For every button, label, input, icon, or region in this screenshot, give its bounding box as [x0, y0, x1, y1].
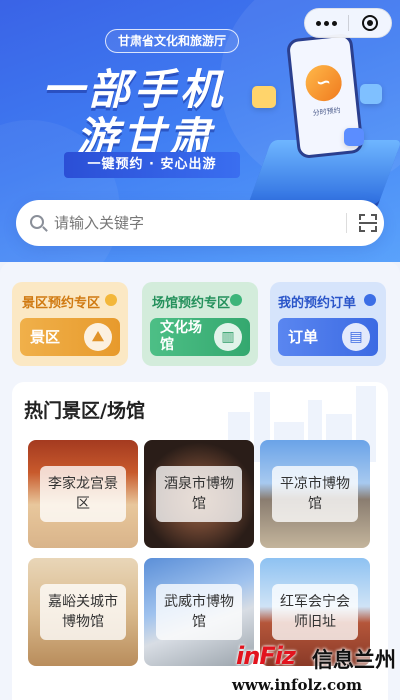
scenic-mountain-icon: ⛰	[84, 323, 112, 351]
scan-qr-icon[interactable]	[359, 214, 377, 232]
venue-button-label: 文化场馆	[160, 320, 202, 353]
content-panel: 景区预约专区 景区 ⛰ 场馆预约专区 文化场馆 ▥ 我的预约订单 订单 ▤ 热门…	[0, 262, 400, 700]
scenic-button-label: 景区	[30, 327, 61, 346]
attraction-name: 李家龙宫景区	[40, 466, 126, 522]
venue-button[interactable]: 文化场馆 ▥	[150, 318, 250, 356]
attraction-name: 嘉峪关城市博物馆	[40, 584, 126, 640]
floating-card-icon	[344, 128, 364, 146]
attraction-card[interactable]: 酒泉市博物馆	[144, 440, 254, 548]
my-orders-zone[interactable]: 我的预约订单 订单 ▤	[270, 282, 386, 366]
zone-dot-icon	[105, 294, 117, 306]
agency-tag: 甘肃省文化和旅游厅	[105, 29, 240, 53]
watermark-logo: inFiz	[236, 642, 296, 670]
search-icon	[30, 215, 44, 229]
site-watermark: inFiz 信息兰州 www.infolz.com	[230, 640, 396, 698]
attraction-card[interactable]: 李家龙宫景区	[28, 440, 138, 548]
watermark-url: www.infolz.com	[232, 676, 362, 694]
attraction-card[interactable]: 嘉峪关城市博物馆	[28, 558, 138, 666]
mini-program-capsule	[304, 8, 392, 38]
more-menu-icon[interactable]	[305, 20, 348, 26]
attraction-name: 武威市博物馆	[156, 584, 242, 640]
section-title: 热门景区/场馆	[24, 400, 145, 422]
search-bar	[16, 200, 384, 246]
venue-booking-zone[interactable]: 场馆预约专区 文化场馆 ▥	[142, 282, 258, 366]
order-document-icon: ▤	[342, 323, 370, 351]
orders-button-label: 订单	[288, 327, 319, 346]
slogan-badge: 一键预约 · 安心出游	[64, 152, 240, 178]
phone-caption: 分时预约	[312, 106, 342, 118]
building-icon: ▥	[214, 323, 242, 351]
search-divider	[346, 213, 347, 233]
attraction-name: 红军会宁会师旧址	[272, 584, 358, 640]
scenic-booking-zone[interactable]: 景区预约专区 景区 ⛰	[12, 282, 128, 366]
scenic-button[interactable]: 景区 ⛰	[20, 318, 120, 356]
attraction-name: 平凉市博物馆	[272, 466, 358, 522]
attraction-card[interactable]: 平凉市博物馆	[260, 440, 370, 548]
app-logo-icon: ∽	[303, 63, 344, 103]
arrow-right-icon	[364, 294, 376, 306]
orders-button[interactable]: 订单 ▤	[278, 318, 378, 356]
zone-title: 景区预约专区	[22, 296, 101, 311]
zone-dot-icon	[230, 294, 242, 306]
zone-title: 场馆预约专区	[152, 296, 231, 311]
zone-title: 我的预约订单	[278, 296, 357, 311]
floating-card-icon	[252, 86, 276, 108]
floating-card-icon	[360, 84, 382, 104]
watermark-name: 信息兰州	[312, 648, 396, 672]
search-input[interactable]	[54, 210, 324, 236]
close-mini-program-icon[interactable]	[349, 15, 392, 31]
attraction-name: 酒泉市博物馆	[156, 466, 242, 522]
phone-illustration: ∽ 分时预约	[248, 28, 400, 218]
